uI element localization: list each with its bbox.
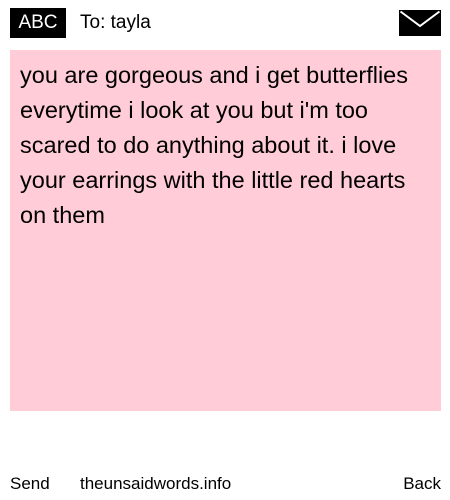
message-body[interactable]: you are gorgeous and i get butterflies e…: [10, 50, 441, 411]
input-mode-badge[interactable]: ABC: [10, 8, 66, 38]
recipient-label: To: tayla: [80, 12, 151, 33]
message-header: ABC To: tayla: [0, 0, 450, 44]
message-text: you are gorgeous and i get butterflies e…: [20, 62, 409, 228]
site-watermark: theunsaidwords.info: [80, 474, 232, 493]
back-button[interactable]: Back: [403, 470, 441, 498]
send-button[interactable]: Send: [10, 470, 50, 498]
softkey-bar: Send theunsaidwords.info Back: [0, 470, 450, 498]
envelope-icon: [399, 10, 441, 36]
